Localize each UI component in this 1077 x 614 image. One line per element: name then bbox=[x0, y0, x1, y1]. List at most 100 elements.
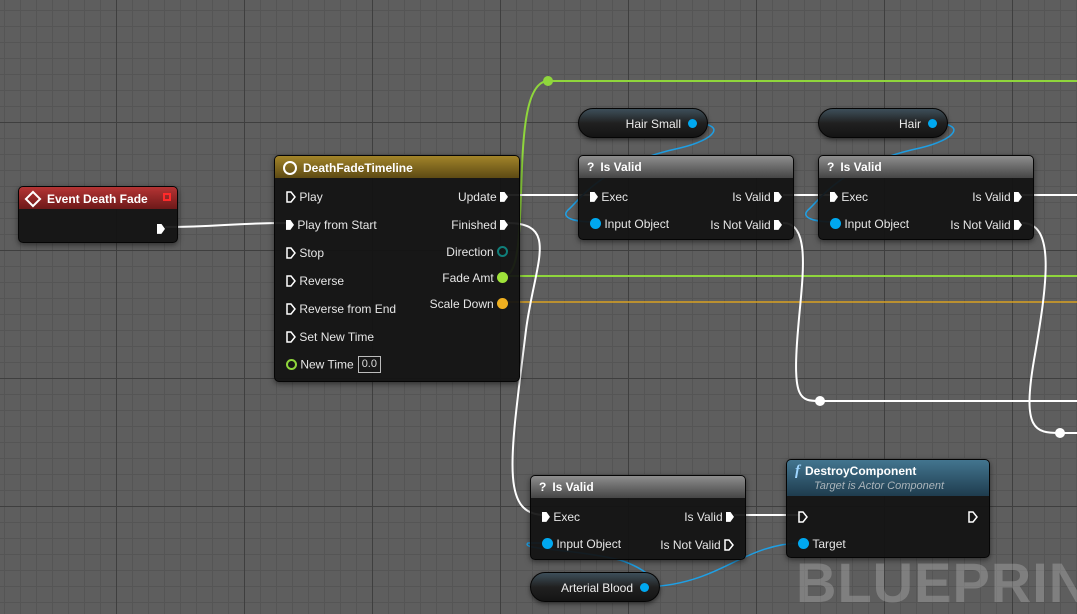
is-valid-node-1[interactable]: ? Is Valid Exec Input Object Is Valid Is … bbox=[578, 155, 794, 240]
is-valid-node-3[interactable]: ? Is Valid Exec Input Object Is Valid Is … bbox=[530, 475, 746, 560]
death-fade-timeline-node[interactable]: DeathFadeTimeline Play Play from Start S… bbox=[274, 155, 520, 382]
pin-label: Direction bbox=[446, 244, 494, 259]
pin-label: Finished bbox=[451, 217, 497, 232]
is-valid-true-pin[interactable]: Is Valid bbox=[972, 189, 1022, 204]
pin-label: Set New Time bbox=[299, 329, 375, 344]
pin-label: Play from Start bbox=[297, 217, 377, 232]
variable-label: Hair Small bbox=[625, 117, 681, 131]
is-not-valid-pin[interactable]: Is Not Valid bbox=[660, 537, 734, 552]
object-pin-icon[interactable] bbox=[640, 583, 649, 592]
float-pin-icon bbox=[497, 272, 508, 284]
pin-label: Reverse from End bbox=[299, 301, 397, 316]
exec-in-icon bbox=[798, 511, 808, 523]
is-valid-header[interactable]: ? Is Valid bbox=[819, 156, 1033, 178]
object-pin-icon bbox=[798, 538, 809, 550]
is-valid-exec-pin[interactable]: Exec bbox=[542, 509, 580, 524]
wire-reroute-knot-1 bbox=[815, 396, 825, 406]
pin-label: Exec bbox=[841, 189, 869, 204]
is-valid-input-object-pin[interactable]: Input Object bbox=[830, 216, 909, 231]
function-icon: f bbox=[795, 463, 800, 479]
is-valid-exec-pin[interactable]: Exec bbox=[830, 189, 868, 204]
timeline-set-new-time-pin[interactable]: Set New Time bbox=[286, 329, 374, 344]
destroy-exec-out-pin[interactable] bbox=[968, 509, 978, 523]
exec-out-icon bbox=[726, 511, 734, 522]
is-valid-true-pin[interactable]: Is Valid bbox=[684, 509, 734, 524]
is-valid-header[interactable]: ? Is Valid bbox=[531, 476, 745, 498]
timeline-scale-down-pin[interactable]: Scale Down bbox=[430, 296, 508, 311]
pin-label: New Time bbox=[300, 357, 354, 372]
pin-label: Is Valid bbox=[972, 189, 1011, 204]
pin-label: Exec bbox=[601, 189, 629, 204]
destroy-exec-in-pin[interactable] bbox=[798, 509, 808, 523]
hair-small-variable-node[interactable]: Hair Small bbox=[578, 108, 708, 138]
blueprint-watermark: BLUEPRINT bbox=[796, 551, 1077, 614]
new-time-value-input[interactable]: 0.0 bbox=[357, 356, 381, 373]
is-valid-title: Is Valid bbox=[552, 480, 594, 494]
arterial-blood-variable-node[interactable]: Arterial Blood bbox=[530, 572, 660, 602]
pin-label: Stop bbox=[299, 245, 325, 260]
is-valid-exec-pin[interactable]: Exec bbox=[590, 189, 628, 204]
pin-label: Is Not Valid bbox=[950, 217, 1011, 232]
pin-label: Play bbox=[299, 189, 323, 204]
timeline-play-from-start-pin[interactable]: Play from Start bbox=[286, 217, 377, 232]
is-valid-header[interactable]: ? Is Valid bbox=[579, 156, 793, 178]
pin-label: Fade Amt bbox=[442, 270, 494, 285]
timeline-direction-pin[interactable]: Direction bbox=[446, 244, 508, 259]
exec-in-icon bbox=[830, 191, 838, 202]
question-icon: ? bbox=[827, 160, 835, 174]
timeline-update-pin[interactable]: Update bbox=[458, 189, 508, 204]
struct-pin-icon bbox=[497, 298, 508, 310]
timeline-reverse-from-end-pin[interactable]: Reverse from End bbox=[286, 301, 396, 316]
stop-square-icon bbox=[163, 193, 171, 201]
object-pin-icon[interactable] bbox=[928, 119, 937, 128]
is-not-valid-pin[interactable]: Is Not Valid bbox=[950, 217, 1022, 232]
exec-out-icon bbox=[774, 219, 782, 230]
exec-in-icon bbox=[590, 191, 598, 202]
timeline-new-time-pin[interactable]: New Time 0.0 bbox=[286, 356, 381, 373]
timeline-reverse-pin[interactable]: Reverse bbox=[286, 273, 344, 288]
direction-pin-icon bbox=[497, 246, 508, 258]
timeline-fade-amt-pin[interactable]: Fade Amt bbox=[442, 270, 508, 285]
timeline-play-pin[interactable]: Play bbox=[286, 189, 323, 204]
question-icon: ? bbox=[587, 160, 595, 174]
event-node-header[interactable]: Event Death Fade bbox=[19, 187, 177, 209]
is-valid-title: Is Valid bbox=[840, 160, 882, 174]
event-exec-out-pin[interactable] bbox=[157, 221, 165, 235]
is-valid-title: Is Valid bbox=[600, 160, 642, 174]
event-title: Event Death Fade bbox=[47, 191, 148, 206]
exec-in-icon bbox=[286, 275, 296, 287]
wire-event-to-timeline bbox=[164, 222, 289, 228]
variable-label: Hair bbox=[898, 117, 921, 131]
is-valid-true-pin[interactable]: Is Valid bbox=[732, 189, 782, 204]
wire-isnotvalid1-reroute bbox=[782, 222, 1077, 402]
exec-out-icon bbox=[500, 191, 508, 202]
clock-icon bbox=[283, 160, 297, 175]
exec-out-icon bbox=[724, 539, 734, 551]
pin-label: Reverse bbox=[299, 273, 345, 288]
timeline-header[interactable]: DeathFadeTimeline bbox=[275, 156, 519, 178]
is-valid-input-object-pin[interactable]: Input Object bbox=[590, 216, 669, 231]
exec-out-icon bbox=[157, 223, 165, 234]
object-pin-icon[interactable] bbox=[688, 119, 697, 128]
destroy-component-node[interactable]: f DestroyComponent Target is Actor Compon… bbox=[786, 459, 990, 558]
timeline-stop-pin[interactable]: Stop bbox=[286, 245, 324, 260]
pin-label: Input Object bbox=[844, 216, 910, 231]
pin-label: Target bbox=[812, 536, 846, 551]
timeline-finished-pin[interactable]: Finished bbox=[451, 217, 508, 232]
wire-reroute-knot-green bbox=[543, 76, 553, 86]
exec-out-icon bbox=[968, 511, 978, 523]
object-pin-icon bbox=[830, 218, 841, 230]
is-valid-node-2[interactable]: ? Is Valid Exec Input Object Is Valid Is … bbox=[818, 155, 1034, 240]
is-valid-input-object-pin[interactable]: Input Object bbox=[542, 536, 621, 551]
hair-variable-node[interactable]: Hair bbox=[818, 108, 948, 138]
function-subtitle: Target is Actor Component bbox=[814, 480, 945, 492]
event-diamond-icon bbox=[24, 190, 42, 208]
is-not-valid-pin[interactable]: Is Not Valid bbox=[710, 217, 782, 232]
destroy-component-header[interactable]: f DestroyComponent Target is Actor Compon… bbox=[787, 460, 989, 496]
event-death-fade-node[interactable]: Event Death Fade bbox=[18, 186, 178, 243]
exec-in-icon bbox=[286, 191, 296, 203]
function-title: DestroyComponent bbox=[805, 464, 917, 478]
pin-label: Update bbox=[457, 189, 497, 204]
float-pin-icon bbox=[286, 359, 297, 370]
destroy-target-pin[interactable]: Target bbox=[798, 536, 846, 551]
